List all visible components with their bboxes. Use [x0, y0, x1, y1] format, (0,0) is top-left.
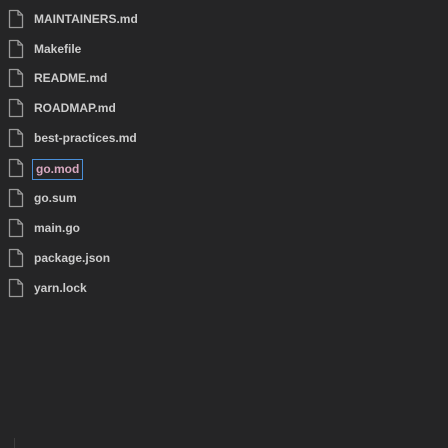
- file-name: package.json: [34, 251, 111, 265]
- file-row-best-practices-md[interactable]: best-practices.md: [0, 123, 448, 153]
- file-name: MAINTAINERS.md: [34, 12, 138, 26]
- file-icon: [8, 68, 24, 88]
- file-name: go.sum: [34, 191, 77, 205]
- file-row-go-mod[interactable]: go.mod: [0, 153, 448, 183]
- file-name: README.md: [34, 71, 108, 85]
- file-icon: [8, 188, 24, 208]
- file-row-roadmap-md[interactable]: ROADMAP.md: [0, 93, 448, 123]
- file-row-main-go[interactable]: main.go: [0, 213, 448, 243]
- file-name: Makefile: [34, 42, 82, 56]
- file-icon: [8, 158, 24, 178]
- file-icon: [8, 248, 24, 268]
- file-icon: [8, 218, 24, 238]
- file-name-selected: go.mod: [32, 159, 84, 180]
- file-icon: [8, 9, 24, 29]
- file-row-maintainers-md[interactable]: MAINTAINERS.md: [0, 4, 448, 34]
- file-icon: [8, 128, 24, 148]
- file-row-readme-md[interactable]: README.md: [0, 63, 448, 93]
- scroll-edge-mark: [14, 438, 15, 448]
- file-name: best-practices.md: [34, 131, 137, 145]
- file-row-yarn-lock[interactable]: yarn.lock: [0, 273, 448, 303]
- file-name: yarn.lock: [34, 281, 87, 295]
- file-name: ROADMAP.md: [34, 101, 116, 115]
- file-row-go-sum[interactable]: go.sum: [0, 183, 448, 213]
- file-row-package-json[interactable]: package.json: [0, 243, 448, 273]
- file-name: main.go: [34, 221, 81, 235]
- file-row-makefile[interactable]: Makefile: [0, 34, 448, 64]
- file-icon: [8, 39, 24, 59]
- file-icon: [8, 98, 24, 118]
- file-icon: [8, 278, 24, 298]
